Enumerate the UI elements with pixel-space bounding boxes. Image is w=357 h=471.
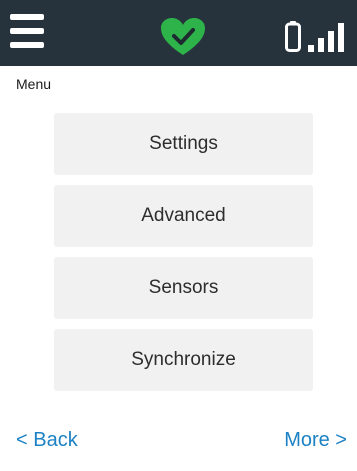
menu-button[interactable]	[10, 14, 44, 50]
menu-label: Menu	[16, 76, 52, 92]
battery-icon	[285, 21, 301, 52]
more-link[interactable]: More >	[284, 429, 347, 452]
hamburger-menu-icon-bar	[10, 42, 44, 48]
synchronize-button[interactable]: Synchronize	[54, 329, 313, 391]
signal-bars-icon	[308, 23, 344, 52]
hamburger-menu-icon-bar	[10, 28, 44, 34]
heart-check-icon	[161, 18, 205, 55]
hamburger-menu-icon	[10, 14, 44, 20]
back-link[interactable]: < Back	[16, 429, 78, 452]
menu-list: Settings Advanced Sensors Synchronize	[54, 113, 313, 401]
settings-button[interactable]: Settings	[54, 113, 313, 175]
sensors-button[interactable]: Sensors	[54, 257, 313, 319]
top-status-bar	[0, 0, 357, 66]
advanced-button[interactable]: Advanced	[54, 185, 313, 247]
